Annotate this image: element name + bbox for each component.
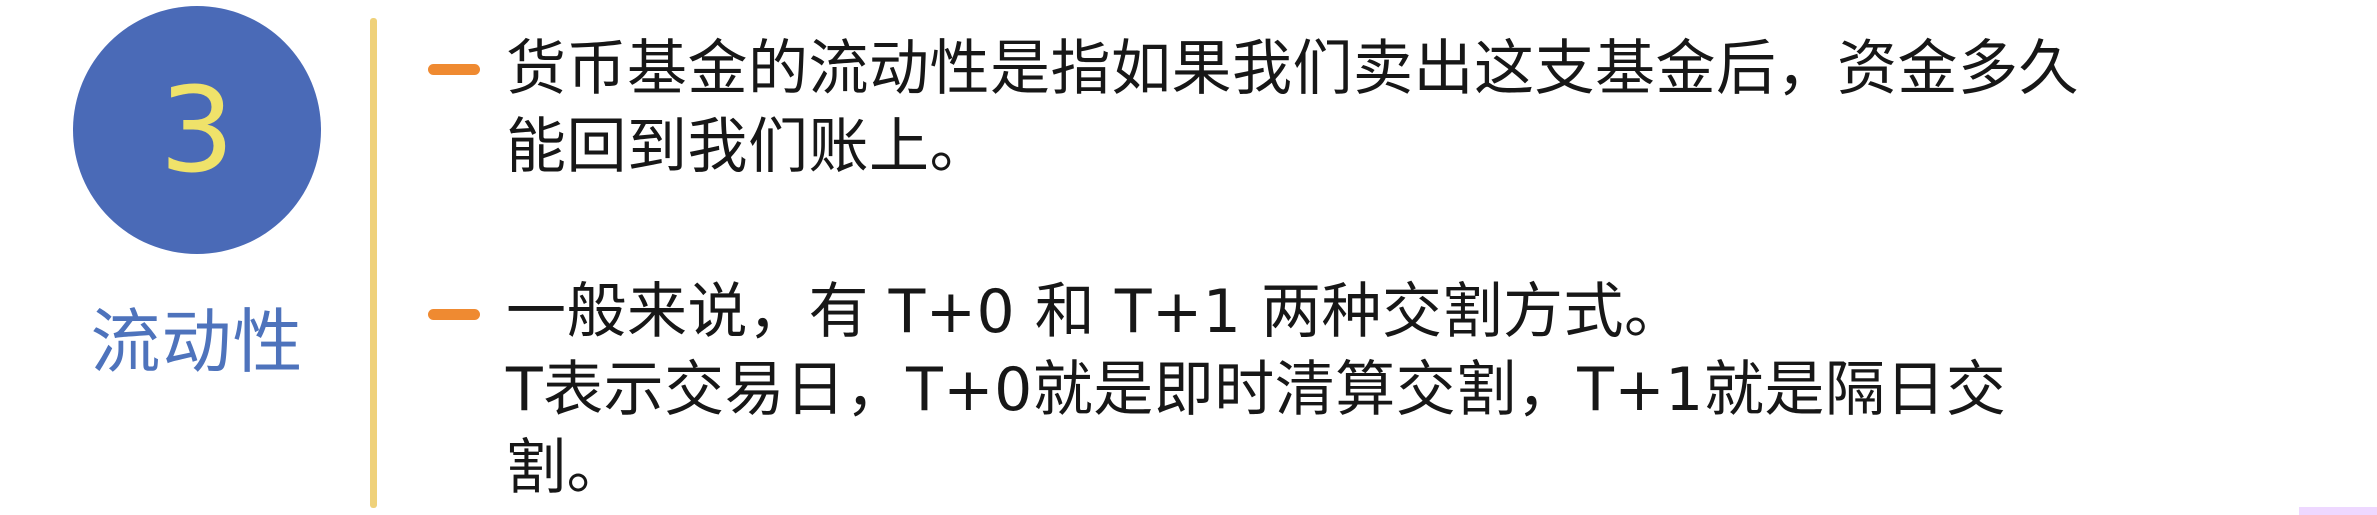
topic-label: 流动性 [90,301,304,383]
item-2-line-3: 割。 [506,433,627,503]
item-2-line-1: 一般来说，有 T+0 和 T+1 两种交割方式。 [506,277,1685,347]
item-2-line-2: T表示交易日，T+0就是即时清算交割，T+1就是隔日交 [506,355,2007,425]
item-1-line-2: 能回到我们账上。 [506,112,990,182]
item-1-text: 货币基金的流动性是指如果我们卖出这支基金后，资金多久 能回到我们账上。 [506,30,2326,186]
section-number: 3 [159,61,235,199]
vertical-divider [370,18,377,508]
corner-accent [2299,507,2377,515]
bullet-marker-2 [428,309,480,320]
section-number-badge: 3 [73,6,321,254]
item-1-line-1: 货币基金的流动性是指如果我们卖出这支基金后，资金多久 [506,34,2079,104]
bullet-marker-1 [428,64,480,75]
item-2-text: 一般来说，有 T+0 和 T+1 两种交割方式。 T表示交易日，T+0就是即时清… [506,273,2326,507]
